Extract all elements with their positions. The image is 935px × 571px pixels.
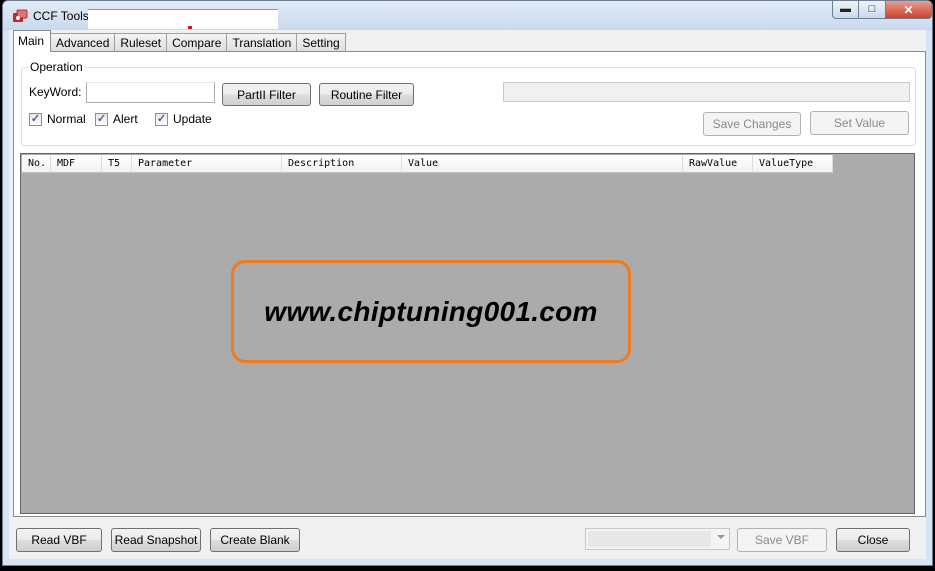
main-tab-panel: Operation KeyWord: PartII Filter Routine… <box>13 51 926 517</box>
ccf-tools-app-icon <box>13 9 28 22</box>
tab-translation[interactable]: Translation <box>226 33 298 53</box>
save-changes-button[interactable]: Save Changes <box>703 112 801 136</box>
partii-filter-button[interactable]: PartII Filter <box>222 83 311 106</box>
vbf-select-value <box>588 531 711 547</box>
column-header-rawvalue[interactable]: RawValue <box>683 155 753 173</box>
parameter-grid[interactable]: No. MDF T5 Parameter Description Value R… <box>20 153 915 514</box>
column-header-t5[interactable]: T5 <box>102 155 132 173</box>
keyword-label: KeyWord: <box>29 85 82 99</box>
normal-checkbox[interactable]: ✓ Normal <box>29 112 86 126</box>
maximize-icon: □ <box>868 3 876 15</box>
app-window: CCF Tools ▬ □ ✕ Main Advanced Ruleset Co… <box>2 0 933 566</box>
close-icon: ✕ <box>903 2 914 17</box>
tab-compare[interactable]: Compare <box>166 33 228 53</box>
column-header-mdf[interactable]: MDF <box>51 155 102 173</box>
read-vbf-button[interactable]: Read VBF <box>16 528 102 552</box>
update-checkbox[interactable]: ✓ Update <box>155 112 212 126</box>
routine-filter-button[interactable]: Routine Filter <box>319 83 414 106</box>
tab-strip: Main Advanced Ruleset Compare Translatio… <box>9 30 346 53</box>
checkmark-icon: ✓ <box>29 112 42 126</box>
watermark-overlay: www.chiptuning001.com <box>231 260 631 363</box>
alert-checkbox-label: Alert <box>113 112 138 126</box>
column-header-no[interactable]: No. <box>22 155 51 173</box>
operation-legend: Operation <box>28 60 85 74</box>
checkmark-icon: ✓ <box>95 112 108 126</box>
set-value-button[interactable]: Set Value <box>810 111 909 135</box>
column-header-value[interactable]: Value <box>402 155 683 173</box>
title-strip <box>88 9 278 29</box>
alert-checkbox[interactable]: ✓ Alert <box>95 112 138 126</box>
tab-advanced[interactable]: Advanced <box>50 33 116 53</box>
chevron-down-icon <box>717 535 725 539</box>
column-header-description[interactable]: Description <box>282 155 402 173</box>
normal-checkbox-label: Normal <box>47 112 86 126</box>
minimize-button[interactable]: ▬ <box>832 1 859 19</box>
close-button[interactable]: Close <box>836 528 910 552</box>
create-blank-button[interactable]: Create Blank <box>210 528 300 552</box>
watermark-text: www.chiptuning001.com <box>264 295 598 327</box>
tab-setting[interactable]: Setting <box>296 33 346 53</box>
save-vbf-button[interactable]: Save VBF <box>737 528 827 552</box>
column-header-parameter[interactable]: Parameter <box>132 155 282 173</box>
grid-header: No. MDF T5 Parameter Description Value R… <box>22 155 833 173</box>
tab-main[interactable]: Main <box>13 30 52 52</box>
checkmark-icon: ✓ <box>155 112 168 126</box>
column-header-valuetype[interactable]: ValueType <box>753 155 833 173</box>
window-title: CCF Tools <box>33 9 89 23</box>
vbf-select[interactable] <box>585 528 730 550</box>
keyword-input[interactable] <box>86 82 215 103</box>
maximize-button[interactable]: □ <box>859 1 886 19</box>
operation-group: Operation KeyWord: PartII Filter Routine… <box>21 60 916 146</box>
client-area: Main Advanced Ruleset Compare Translatio… <box>9 30 926 559</box>
read-snapshot-button[interactable]: Read Snapshot <box>111 528 201 552</box>
minimize-icon: ▬ <box>840 3 851 15</box>
value-display-field[interactable] <box>503 82 910 102</box>
close-window-button[interactable]: ✕ <box>886 1 932 19</box>
update-checkbox-label: Update <box>173 112 212 126</box>
window-controls: ▬ □ ✕ <box>832 1 932 19</box>
title-bar[interactable]: CCF Tools ▬ □ ✕ <box>3 1 932 31</box>
tab-ruleset[interactable]: Ruleset <box>114 33 168 53</box>
bottom-toolbar: Read VBF Read Snapshot Create Blank Save… <box>9 517 926 559</box>
